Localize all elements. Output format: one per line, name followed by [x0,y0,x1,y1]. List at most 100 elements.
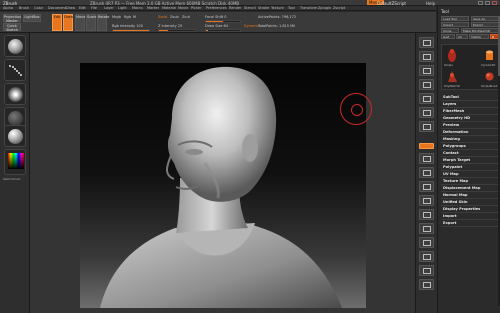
rotate-button[interactable]: Rotate [97,14,109,31]
menu-transform[interactable]: Transform [300,6,317,10]
spix-button[interactable] [419,51,434,62]
zoom-button[interactable] [419,79,434,90]
export-button[interactable]: Export [471,22,499,27]
zsub-toggle[interactable]: Zsub [170,15,179,19]
subpalette-masking[interactable]: Masking [441,136,499,143]
goz-button[interactable]: GoZ [441,34,455,39]
m-toggle[interactable]: M [133,15,136,19]
rotate-view-button[interactable] [419,223,434,234]
alpha-selector-button[interactable] [4,83,26,105]
local-button[interactable] [419,153,434,164]
menu-material[interactable]: Material [162,6,176,10]
brush-selector-button[interactable] [4,35,26,57]
menu-layer[interactable]: Layer [104,6,114,10]
subpalette-uv-map[interactable]: UV Map [441,171,499,178]
aahalf-button[interactable] [419,107,434,118]
tool-thumb-cylinder[interactable]: Cylinder3D [481,48,497,67]
color-picker[interactable] [4,149,26,175]
rgb-toggle[interactable]: Rgb [124,15,131,19]
subpalette-geometry-hd[interactable]: Geometry HD [441,115,499,122]
lightbox-button[interactable]: LightBox [23,14,41,22]
goz-visible-button[interactable]: Visible [469,34,489,39]
floor-button[interactable] [419,143,434,149]
subpalette-displacement-map[interactable]: Displacement Map [441,185,499,192]
subpalette-morph-target[interactable]: Morph Target [441,157,499,164]
menu-texture[interactable]: Texture [271,6,284,10]
menu-macro[interactable]: Macro [132,6,143,10]
zcut-toggle[interactable]: Zcut [182,15,190,19]
xyz-button[interactable] [419,167,434,178]
draw-size-slider[interactable] [205,29,241,32]
subpalette-subtool[interactable]: SubTool [441,94,499,101]
make-polymesh-button[interactable]: Make PolyMesh3D [461,28,499,33]
subpalette-import[interactable]: Import [441,213,499,220]
focal-shift-slider[interactable] [205,20,241,23]
menu-zplugin[interactable]: Zplugin [318,6,331,10]
subpalette-polypaint[interactable]: Polypaint [441,164,499,171]
z-intensity-slider[interactable] [158,29,196,32]
maximize-icon[interactable] [485,1,490,5]
draw-button[interactable]: Draw [63,14,73,31]
menu-alpha[interactable]: Alpha [3,6,13,10]
tool-thumb-simplebrush[interactable]: SimpleBrush [481,69,497,88]
menu-file[interactable]: File [91,6,97,10]
polyf-button[interactable] [419,237,434,248]
menu-marker[interactable]: Marker [147,6,159,10]
menu-picker[interactable]: Picker [191,6,201,10]
edit-button[interactable]: Edit [52,14,62,31]
actual-button[interactable] [419,93,434,104]
projection-master-button[interactable]: Projection Master [3,14,21,23]
subpalette-preview[interactable]: Preview [441,122,499,129]
rgb-intensity-slider[interactable] [112,29,150,32]
menu-document[interactable]: Document [48,6,66,10]
menu-stencil[interactable]: Stencil [244,6,256,10]
subpalette-display-properties[interactable]: Display Properties [441,206,499,213]
clone-button[interactable]: Clone [441,28,459,33]
scroll-button[interactable] [419,65,434,76]
zadd-toggle[interactable]: Zadd [158,15,167,19]
import-button[interactable]: Import [441,22,469,27]
menu-stroke[interactable]: Stroke [258,6,269,10]
stroke-selector-button[interactable] [4,59,26,81]
subpalette-contact[interactable]: Contact [441,150,499,157]
tool-thumb-polymesh[interactable]: PolyMesh3D [444,69,460,88]
subpalette-normal-map[interactable]: Normal Map [441,192,499,199]
scale-button[interactable]: Scale [86,14,96,31]
load-tool-button[interactable]: Load Tool [441,16,469,21]
subpalette-export[interactable]: Export [441,220,499,227]
menu-color[interactable]: Color [34,6,43,10]
bpr-render-button[interactable] [419,37,434,48]
subpalette-polygroups[interactable]: Polygroups [441,143,499,150]
scale-view-button[interactable] [419,209,434,220]
mrgb-toggle[interactable]: Mrgb [112,15,121,19]
solo-button[interactable] [419,265,434,276]
menu-light[interactable]: Light [118,6,127,10]
material-selector-button[interactable] [4,125,26,147]
quick-sketch-button[interactable]: Quick Sketch [3,23,21,32]
menu-zscript[interactable]: Zscript [333,6,345,10]
menu-brush[interactable]: Brush [19,6,29,10]
menu-render[interactable]: Render [229,6,241,10]
transp-button[interactable] [419,251,434,262]
document-canvas[interactable] [30,33,415,313]
switch-color-button[interactable]: SwitchColor [3,177,21,181]
menu-tool[interactable]: Tool [288,6,295,10]
minimize-icon[interactable] [478,1,483,5]
tool-thumb-simple[interactable]: Simple [444,48,460,67]
menu-edit[interactable]: Edit [79,6,86,10]
model-viewport[interactable] [80,63,366,308]
persp-button[interactable] [419,121,434,132]
frame-button[interactable] [419,181,434,192]
close-icon[interactable] [492,1,497,5]
tool-palette-title[interactable]: Tool [441,9,449,14]
menu-draw[interactable]: Draw [66,6,75,10]
subpalette-texture-map[interactable]: Texture Map [441,178,499,185]
subpalette-deformation[interactable]: Deformation [441,129,499,136]
menu-preferences[interactable]: Preferences [206,6,227,10]
subpalette-layers[interactable]: Layers [441,101,499,108]
move-button[interactable]: Move [75,14,85,31]
goz-all-button[interactable]: All [456,34,468,39]
subpalette-unified-skin[interactable]: Unified Skin [441,199,499,206]
menu-movie[interactable]: Movie [178,6,188,10]
xpose-button[interactable] [419,279,434,290]
